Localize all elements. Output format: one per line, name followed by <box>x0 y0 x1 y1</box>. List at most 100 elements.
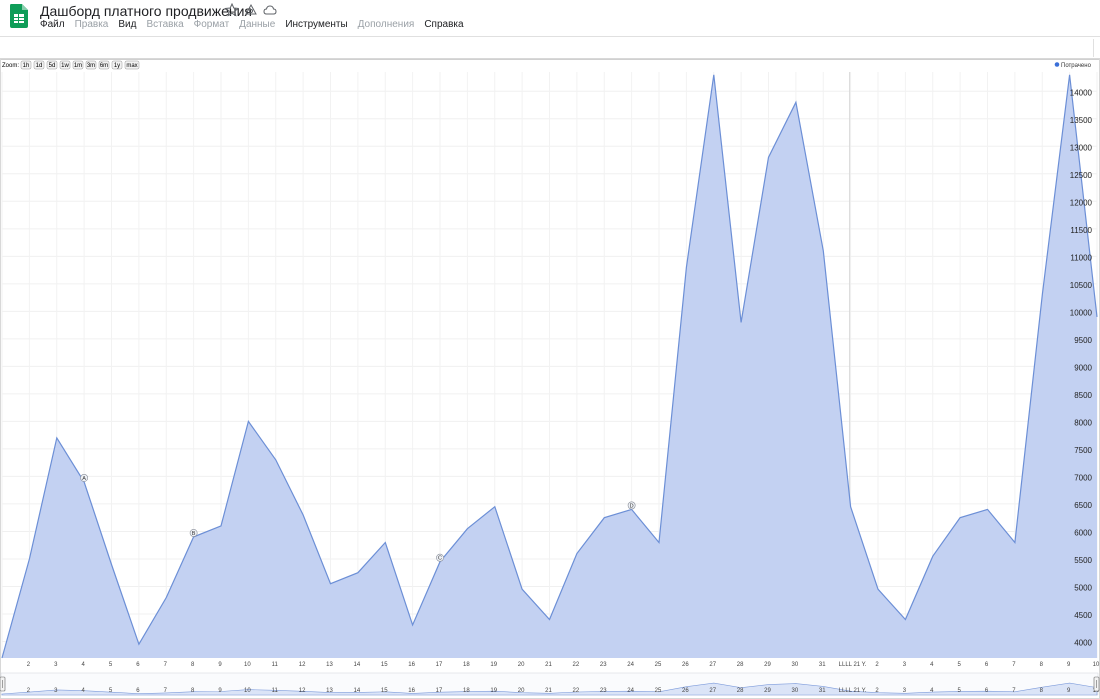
y-tick-label: 13500 <box>1070 116 1093 125</box>
x-tick-label: 15 <box>381 662 388 668</box>
menu-item-3[interactable]: Вставка <box>146 19 183 30</box>
menu-item-6[interactable]: Инструменты <box>285 19 347 30</box>
x-tick-label: LLLL 21 Y. <box>839 662 867 668</box>
x-tick-label: 6 <box>136 662 140 668</box>
x-tick-label: 18 <box>463 662 470 668</box>
x-tick-label: 10 <box>1093 662 1100 668</box>
data-point-19[interactable] <box>520 587 524 591</box>
y-tick-label: 5500 <box>1074 556 1092 565</box>
data-point-32[interactable] <box>876 587 880 591</box>
data-point-26[interactable] <box>712 73 716 77</box>
data-point-2[interactable] <box>55 436 59 440</box>
data-point-18[interactable] <box>493 505 497 509</box>
x-tick-label: 4 <box>930 662 934 668</box>
menu-item-8[interactable]: Справка <box>424 19 463 30</box>
navigator-tick-label: 18 <box>463 688 470 694</box>
zoom-option-max: max <box>126 63 137 69</box>
navigator-tick-label: LLLL 21 Y. <box>839 688 867 694</box>
move-to-folder-icon[interactable] <box>244 3 258 17</box>
star-icon[interactable] <box>224 2 240 17</box>
data-point-38[interactable] <box>1040 293 1044 297</box>
data-point-40[interactable] <box>1095 315 1099 319</box>
data-point-9[interactable] <box>246 419 250 423</box>
x-tick-label: 5 <box>957 662 961 668</box>
navigator-tick-label: 29 <box>764 688 771 694</box>
x-tick-label: 25 <box>655 662 662 668</box>
y-tick-label: 4000 <box>1074 638 1092 647</box>
data-point-39[interactable] <box>1068 73 1072 77</box>
data-point-14[interactable] <box>383 540 387 544</box>
y-tick-label: 6000 <box>1074 528 1092 537</box>
data-point-30[interactable] <box>821 249 825 253</box>
sheets-logo-icon[interactable] <box>10 4 28 28</box>
y-tick-label: 5000 <box>1074 583 1092 592</box>
x-tick-label: 21 <box>545 662 552 668</box>
data-point-20[interactable] <box>548 617 552 621</box>
data-point-17[interactable] <box>465 527 469 531</box>
navigator-tick-label: 24 <box>627 688 634 694</box>
x-tick-label: 8 <box>1040 662 1044 668</box>
data-point-28[interactable] <box>767 155 771 159</box>
cloud-status-icon[interactable] <box>263 3 277 17</box>
data-point-12[interactable] <box>329 582 333 586</box>
x-tick-label: 3 <box>54 662 58 668</box>
data-point-4[interactable] <box>110 562 114 566</box>
data-point-1[interactable] <box>27 557 31 561</box>
x-tick-label: 29 <box>764 662 771 668</box>
data-point-37[interactable] <box>1013 540 1017 544</box>
x-tick-label: 28 <box>737 662 744 668</box>
data-point-10[interactable] <box>274 458 278 462</box>
data-point-22[interactable] <box>602 516 606 520</box>
menu-item-4[interactable]: Формат <box>194 19 230 30</box>
navigator-tick-label: 19 <box>490 688 497 694</box>
data-point-8[interactable] <box>219 524 223 528</box>
menu-item-5[interactable]: Данные <box>239 19 275 30</box>
data-point-13[interactable] <box>356 571 360 575</box>
menu-item-7[interactable]: Дополнения <box>358 19 415 30</box>
x-tick-label: 31 <box>819 662 826 668</box>
x-tick-label: 19 <box>490 662 497 668</box>
data-point-5[interactable] <box>137 642 141 646</box>
data-point-6[interactable] <box>164 595 168 599</box>
data-point-36[interactable] <box>986 507 990 511</box>
formula-bar-scroll[interactable] <box>1093 39 1100 57</box>
y-tick-label: 7000 <box>1074 473 1092 482</box>
zoom-option-6m: 6m <box>100 63 108 69</box>
menu-item-1[interactable]: Правка <box>75 19 109 30</box>
data-point-35[interactable] <box>958 516 962 520</box>
data-point-33[interactable] <box>903 617 907 621</box>
x-tick-label: 27 <box>709 662 716 668</box>
navigator-tick-label: 11 <box>272 688 279 694</box>
zoom-option-3m: 3m <box>87 63 95 69</box>
formula-bar <box>0 36 1100 60</box>
annotation-label-A: A <box>82 476 86 482</box>
data-point-31[interactable] <box>849 505 853 509</box>
x-tick-label: 14 <box>354 662 361 668</box>
x-tick-label: 7 <box>1012 662 1016 668</box>
menu-item-0[interactable]: Файл <box>40 19 65 30</box>
x-tick-label: 30 <box>792 662 799 668</box>
data-point-25[interactable] <box>684 265 688 269</box>
data-point-21[interactable] <box>575 551 579 555</box>
navigator-tick-label: 10 <box>244 688 251 694</box>
menu-item-2[interactable]: Вид <box>118 19 136 30</box>
data-point-27[interactable] <box>739 320 743 324</box>
x-tick-label: 23 <box>600 662 607 668</box>
x-tick-label: 5 <box>109 662 113 668</box>
x-tick-label: 13 <box>326 662 333 668</box>
data-point-29[interactable] <box>794 100 798 104</box>
x-tick-label: 11 <box>272 662 279 668</box>
data-point-34[interactable] <box>931 554 935 558</box>
x-tick-label: 9 <box>1067 662 1071 668</box>
navigator-tick-label: 20 <box>518 688 525 694</box>
x-tick-label: 26 <box>682 662 689 668</box>
data-point-11[interactable] <box>301 513 305 517</box>
navigator-tick-label: 13 <box>326 688 333 694</box>
data-point-15[interactable] <box>411 623 415 627</box>
data-point-24[interactable] <box>657 540 661 544</box>
data-point-0[interactable] <box>0 656 4 660</box>
document-title[interactable]: Дашборд платного продвижения <box>40 3 252 19</box>
y-tick-label: 11500 <box>1070 226 1092 235</box>
legend-label: Потрачено <box>1061 63 1092 69</box>
y-tick-label: 14000 <box>1070 88 1093 97</box>
